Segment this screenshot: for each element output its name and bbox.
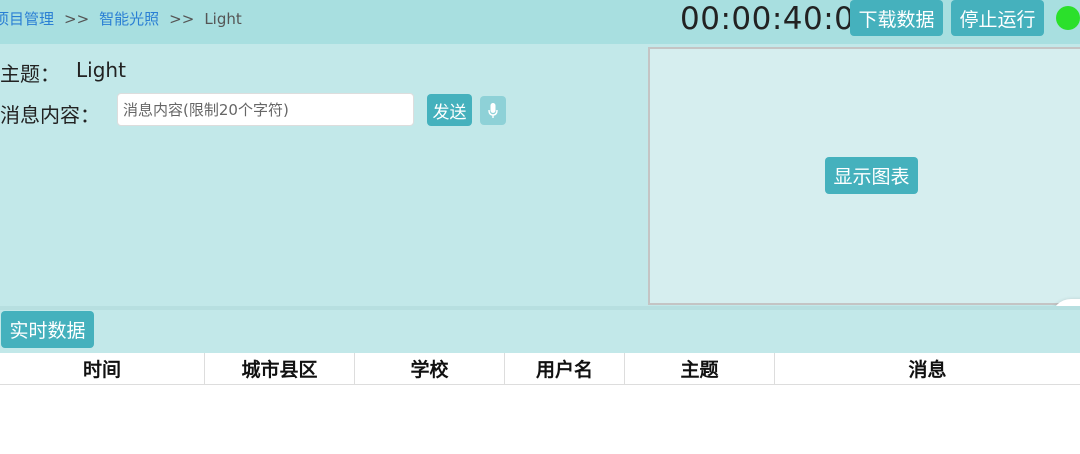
breadcrumb-separator: >>	[64, 10, 90, 28]
microphone-icon	[488, 102, 498, 118]
top-bar: 项目管理 >> 智能光照 >> Light 00:00:40:02 下载数据 停止运行	[0, 0, 1080, 44]
data-table-header: 时间 城市县区 学校 用户名 主题 消息	[0, 353, 1080, 385]
voice-input-button[interactable]	[480, 96, 506, 125]
show-chart-button[interactable]: 显示图表	[825, 157, 918, 194]
column-header-topic: 主题	[625, 353, 775, 384]
column-header-city-district: 城市县区	[205, 353, 355, 384]
realtime-bar: 实时数据	[0, 310, 1080, 353]
realtime-data-button[interactable]: 实时数据	[1, 311, 94, 348]
breadcrumb-project-management[interactable]: 项目管理	[0, 10, 54, 28]
message-label: 消息内容：	[0, 103, 100, 127]
topic-label: 主题：	[0, 62, 60, 86]
breadcrumb: 项目管理 >> 智能光照 >> Light	[0, 8, 242, 29]
chart-panel: 显示图表	[648, 47, 1080, 305]
breadcrumb-smart-lighting[interactable]: 智能光照	[99, 10, 159, 28]
breadcrumb-current: Light	[204, 10, 242, 28]
status-indicator	[1056, 6, 1080, 30]
column-header-time: 时间	[0, 353, 205, 384]
send-button[interactable]: 发送	[427, 94, 472, 126]
column-header-message: 消息	[908, 359, 947, 381]
breadcrumb-separator: >>	[169, 10, 195, 28]
run-timer: 00:00:40:02	[680, 1, 875, 37]
column-header-username: 用户名	[505, 353, 625, 384]
download-data-button[interactable]: 下载数据	[850, 0, 943, 36]
column-header-school: 学校	[355, 353, 505, 384]
control-panel: 主题： Light 消息内容： 发送 显示图表	[0, 44, 1080, 339]
stop-running-button[interactable]: 停止运行	[951, 0, 1044, 36]
topic-value: Light	[76, 58, 126, 82]
message-input[interactable]	[117, 93, 414, 126]
